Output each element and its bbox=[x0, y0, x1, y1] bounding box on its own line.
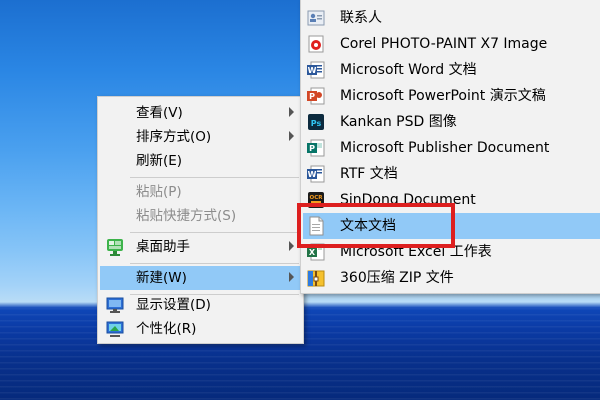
zip-icon bbox=[306, 268, 326, 288]
submenu-arrow-icon bbox=[289, 241, 294, 251]
submenu-item-rtf[interactable]: W RTF 文档 bbox=[303, 161, 600, 187]
menu-item-view[interactable]: 查看(V) bbox=[100, 101, 301, 125]
submenu-item-label: RTF 文档 bbox=[340, 166, 398, 182]
menu-separator bbox=[130, 177, 299, 178]
menu-item-label: 显示设置(D) bbox=[136, 297, 211, 313]
menu-item-desktop-assistant[interactable]: 桌面助手 bbox=[100, 235, 301, 259]
submenu-item-word[interactable]: W Microsoft Word 文档 bbox=[303, 57, 600, 83]
new-submenu: 联系人 Corel PHOTO-PAINT X7 Image W Microso… bbox=[300, 0, 600, 294]
submenu-item-label: Corel PHOTO-PAINT X7 Image bbox=[340, 36, 548, 52]
submenu-item-publisher[interactable]: P Microsoft Publisher Document bbox=[303, 135, 600, 161]
submenu-item-corel[interactable]: Corel PHOTO-PAINT X7 Image bbox=[303, 31, 600, 57]
submenu-item-psd[interactable]: Ps Kankan PSD 图像 bbox=[303, 109, 600, 135]
submenu-item-zip[interactable]: 360压缩 ZIP 文件 bbox=[303, 265, 600, 291]
menu-item-label: 排序方式(O) bbox=[136, 129, 212, 145]
powerpoint-icon: P bbox=[306, 86, 326, 106]
menu-separator bbox=[130, 263, 299, 264]
submenu-item-label: 360压缩 ZIP 文件 bbox=[340, 270, 454, 286]
menu-item-new[interactable]: 新建(W) bbox=[100, 266, 301, 290]
svg-text:W: W bbox=[308, 66, 317, 75]
submenu-item-label: Microsoft PowerPoint 演示文稿 bbox=[340, 88, 546, 104]
submenu-item-label: 联系人 bbox=[340, 10, 382, 26]
svg-text:P: P bbox=[309, 144, 315, 153]
menu-item-personalize[interactable]: 个性化(R) bbox=[100, 317, 301, 341]
corel-icon bbox=[306, 34, 326, 54]
submenu-arrow-icon bbox=[289, 131, 294, 141]
menu-item-label: 新建(W) bbox=[136, 270, 187, 286]
display-icon bbox=[106, 296, 124, 314]
menu-item-label: 个性化(R) bbox=[136, 321, 197, 337]
menu-separator bbox=[130, 232, 299, 233]
svg-text:P: P bbox=[309, 92, 315, 101]
submenu-item-label: Kankan PSD 图像 bbox=[340, 114, 457, 130]
menu-item-label: 桌面助手 bbox=[136, 239, 190, 255]
svg-text:Ps: Ps bbox=[311, 119, 322, 128]
submenu-item-label: Microsoft Word 文档 bbox=[340, 62, 477, 78]
menu-item-display-settings[interactable]: 显示设置(D) bbox=[100, 293, 301, 317]
psd-icon: Ps bbox=[306, 112, 326, 132]
submenu-arrow-icon bbox=[289, 272, 294, 282]
publisher-icon: P bbox=[306, 138, 326, 158]
menu-item-paste[interactable]: 粘贴(P) bbox=[100, 180, 301, 204]
submenu-item-label: Microsoft Publisher Document bbox=[340, 140, 550, 156]
menu-item-sort-by[interactable]: 排序方式(O) bbox=[100, 125, 301, 149]
personalize-icon bbox=[106, 320, 124, 338]
desktop-context-menu: 查看(V) 排序方式(O) 刷新(E) 粘贴(P) 粘贴快捷方式(S) 桌面助手 bbox=[97, 96, 304, 344]
submenu-item-powerpoint[interactable]: P Microsoft PowerPoint 演示文稿 bbox=[303, 83, 600, 109]
rtf-icon: W bbox=[306, 164, 326, 184]
menu-item-label: 粘贴(P) bbox=[136, 184, 182, 200]
submenu-item-contact[interactable]: 联系人 bbox=[303, 5, 600, 31]
menu-item-label: 刷新(E) bbox=[136, 153, 183, 169]
svg-text:W: W bbox=[308, 170, 317, 179]
menu-item-refresh[interactable]: 刷新(E) bbox=[100, 149, 301, 173]
menu-item-label: 查看(V) bbox=[136, 105, 183, 121]
contact-icon bbox=[306, 8, 326, 28]
svg-text:X: X bbox=[309, 248, 316, 257]
monitor-icon bbox=[106, 238, 124, 256]
word-icon: W bbox=[306, 60, 326, 80]
menu-item-paste-shortcut[interactable]: 粘贴快捷方式(S) bbox=[100, 204, 301, 228]
menu-item-label: 粘贴快捷方式(S) bbox=[136, 208, 237, 224]
annotation-highlight-box bbox=[297, 203, 455, 248]
svg-text:OCR: OCR bbox=[310, 195, 324, 201]
submenu-arrow-icon bbox=[289, 107, 294, 117]
